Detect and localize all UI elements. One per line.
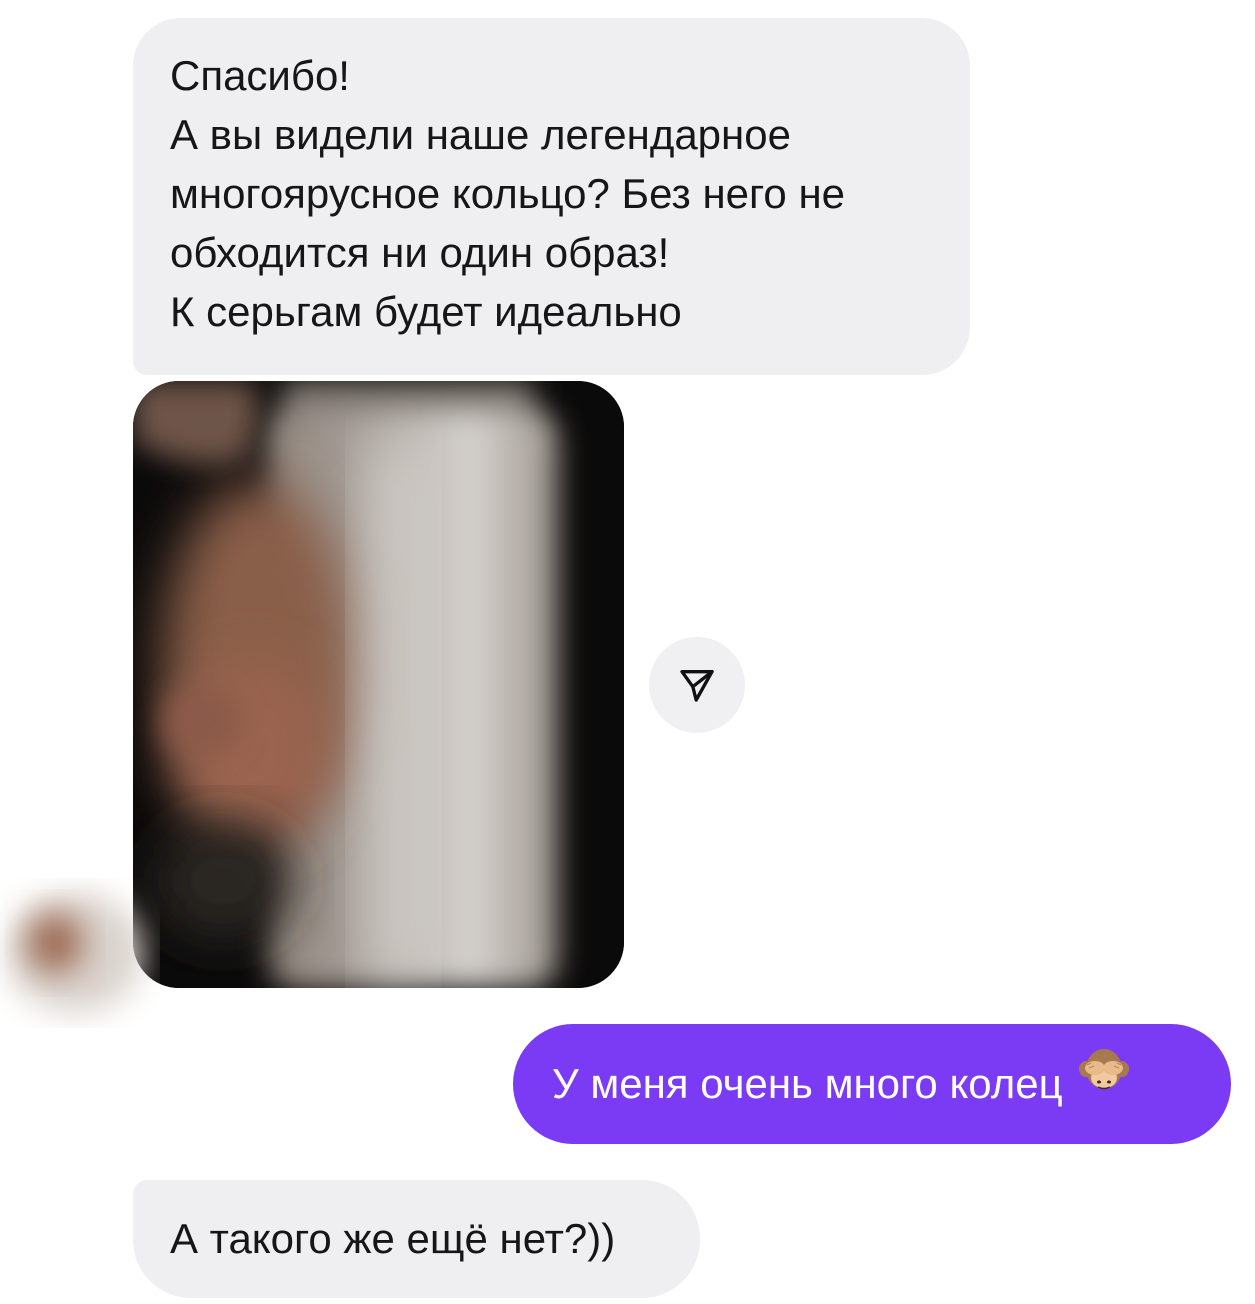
message-line: А вы видели наше легендарное bbox=[170, 111, 791, 158]
incoming-message-bubble[interactable]: Спасибо! А вы видели наше легендарное мн… bbox=[133, 18, 970, 375]
shared-photo-blurred[interactable] bbox=[133, 381, 624, 988]
share-button[interactable] bbox=[649, 637, 745, 733]
message-line: К серьгам будет идеально bbox=[170, 288, 682, 335]
message-line: Спасибо! bbox=[170, 52, 350, 99]
message-line: многоярусное кольцо? Без него не bbox=[170, 170, 846, 217]
paper-plane-icon bbox=[680, 670, 714, 702]
sender-avatar[interactable] bbox=[0, 878, 160, 1028]
blurred-avatar-image bbox=[7, 893, 143, 1013]
see-no-evil-monkey-icon bbox=[1077, 1023, 1131, 1143]
blurred-photo-image bbox=[133, 381, 624, 988]
message-text: У меня очень много колец bbox=[552, 1060, 1063, 1107]
message-line: обходится ни один образ! bbox=[170, 229, 670, 276]
message-text: А такого же ещё нет?)) bbox=[170, 1215, 616, 1262]
incoming-message-bubble[interactable]: А такого же ещё нет?)) bbox=[133, 1180, 700, 1298]
outgoing-message-bubble[interactable]: У меня очень много колец bbox=[513, 1024, 1231, 1144]
